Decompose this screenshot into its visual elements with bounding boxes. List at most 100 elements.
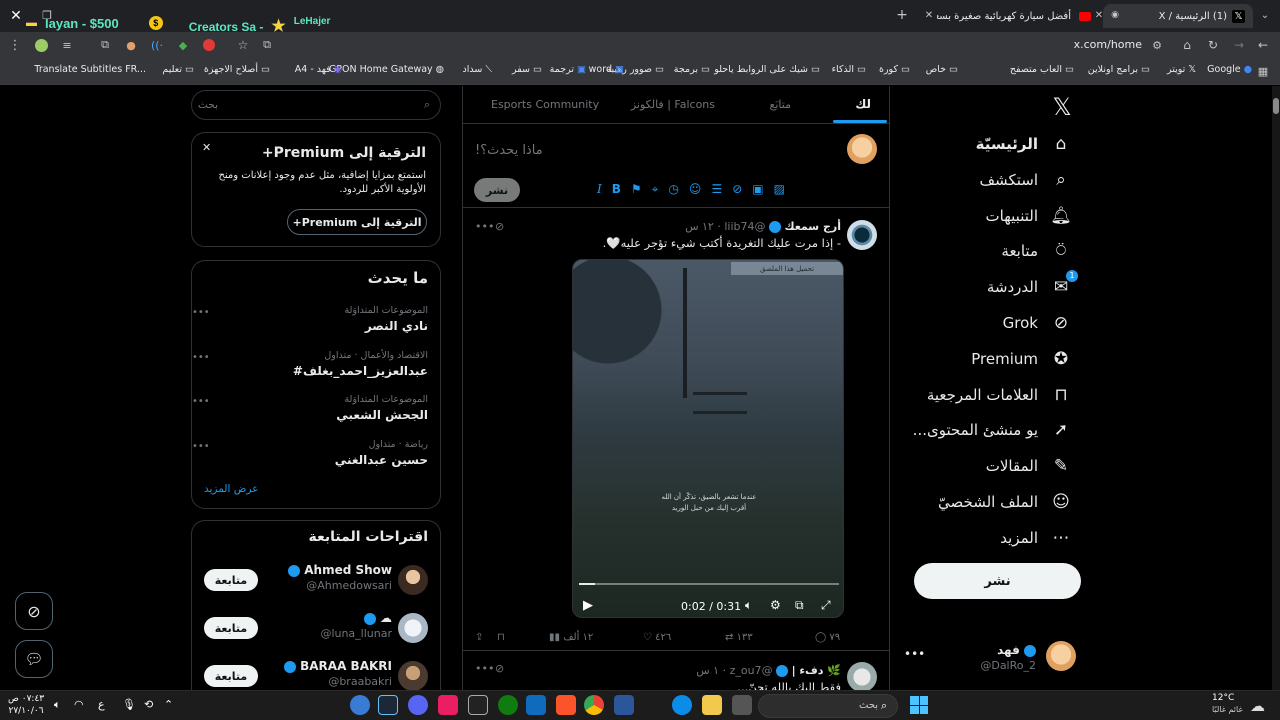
new-tab-icon[interactable]: + <box>895 7 909 23</box>
account-switcher[interactable]: فهد @DalRo_2 ••• <box>900 639 1076 679</box>
nav-post-button[interactable]: نشر <box>914 563 1081 599</box>
bookmark-item[interactable]: ● Google <box>1207 64 1252 75</box>
mic-icon[interactable]: 🎙︎ <box>122 698 136 711</box>
scrollbar-thumb[interactable] <box>1273 98 1279 114</box>
bookmark-item[interactable]: ▭ سفر <box>512 64 542 75</box>
extension-7-icon[interactable] <box>202 38 216 52</box>
taskbar-app-icon[interactable] <box>350 695 370 715</box>
tab-search-icon[interactable]: ⌄ <box>1258 8 1272 22</box>
close-tab-active-icon[interactable]: ✕ <box>1093 9 1105 21</box>
extension-5-icon[interactable]: ((· <box>150 38 164 52</box>
extension-2-icon[interactable]: ≡ <box>60 38 74 52</box>
bookmark-item[interactable]: ▦ word <box>589 64 624 75</box>
emoji-icon[interactable]: ☺ <box>689 182 702 197</box>
schedule-icon[interactable]: ◷ <box>668 182 678 197</box>
taskview-icon[interactable] <box>732 695 752 715</box>
word-app-icon[interactable] <box>614 695 634 715</box>
tweet-author-name[interactable]: 🌿 دفء | <box>792 664 841 677</box>
taskbar-search-input[interactable]: بحث <box>859 700 878 711</box>
flag-icon[interactable]: ⚑ <box>631 182 642 197</box>
trend-more-icon[interactable]: ••• <box>192 352 210 363</box>
tab-esports[interactable]: Esports Community <box>491 98 599 111</box>
account-more-icon[interactable]: ••• <box>904 647 925 661</box>
nav-item-more[interactable]: ⋯ المزيد <box>1000 527 1072 549</box>
nav-item-profile[interactable]: ☺ الملف الشخصيّ <box>938 491 1072 513</box>
menu-dots-icon[interactable]: ⋮ <box>8 38 22 53</box>
bookmark-item[interactable]: ▭ الذكاء <box>832 64 866 75</box>
video-play-button[interactable]: ▶ <box>583 598 593 613</box>
tab-for-you[interactable]: لك <box>855 97 871 111</box>
trends-show-more[interactable]: عرض المزيد <box>204 483 259 495</box>
edge-icon[interactable] <box>672 695 692 715</box>
xbox-icon[interactable] <box>498 695 518 715</box>
taskbar-search[interactable]: بحث ⌕ <box>758 694 898 718</box>
home-browser-icon[interactable]: ⌂ <box>1180 38 1194 52</box>
trend-item[interactable]: الاقتصاد والأعمال · متداول #عبدالعزيز_احم… <box>192 350 428 378</box>
tweet-time[interactable]: ١٢ س <box>685 220 714 233</box>
brave-icon[interactable] <box>556 695 576 715</box>
tab-falcons[interactable]: فالكونز | Falcons <box>631 98 715 111</box>
trend-more-icon[interactable]: ••• <box>192 396 210 407</box>
grok-explain-icon[interactable]: ⊘ <box>495 220 504 233</box>
taskbar-app-icon[interactable] <box>438 695 458 715</box>
likes-count[interactable]: ♡ ٤٢٦ <box>643 632 671 643</box>
chrome-icon[interactable] <box>584 695 604 715</box>
video-ad-badge[interactable]: تحميل هذا الملصق <box>731 262 843 275</box>
suggestion-row[interactable]: Ahmed Show @Ahmedowsari متابعة <box>192 563 440 603</box>
bookmark-icon[interactable]: ⊓ <box>497 632 505 643</box>
nav-item-premium[interactable]: ✪ Premium <box>971 348 1072 370</box>
extension-1-icon[interactable] <box>34 38 48 52</box>
share-icon[interactable]: ⇪ <box>475 632 483 643</box>
tray-overflow-icon[interactable]: ⌃ <box>164 698 173 711</box>
bookmark-item[interactable]: ▭ برامج اونلاين <box>1088 64 1150 75</box>
bookmark-item[interactable]: ◍ GPON Home Gateway <box>329 64 444 75</box>
x-logo-icon[interactable]: 𝕏 <box>1049 93 1075 121</box>
bookmark-item[interactable]: ▭ تعليم <box>162 64 194 75</box>
bookmark-item[interactable]: ▣ ترجمة <box>550 64 586 75</box>
replies-count[interactable]: ◯ ٧٩ <box>815 632 840 643</box>
url-text[interactable]: x.com/home <box>1060 38 1142 51</box>
premium-upgrade-button[interactable]: الترقية إلى Premium+ <box>287 209 427 235</box>
poll-icon[interactable]: ☰ <box>711 182 722 197</box>
suggestion-row[interactable]: ☁ @luna_llunar متابعة <box>192 611 440 651</box>
follow-button[interactable]: متابعة <box>204 617 258 639</box>
nav-item-home[interactable]: ⌂ الرئيسيّة <box>976 133 1072 155</box>
volume-icon[interactable]: 🔈︎ <box>745 598 752 613</box>
tab-following[interactable]: متابَع <box>770 98 791 111</box>
tweet-time[interactable]: ١ س <box>696 664 719 677</box>
bookmarks-menu-icon[interactable]: ▦ <box>1256 64 1270 78</box>
back-icon[interactable]: ← <box>1256 38 1270 52</box>
star-bookmark-icon[interactable]: ☆ <box>236 38 250 52</box>
grok-icon[interactable]: ⊘ <box>732 182 742 197</box>
trend-more-icon[interactable]: ••• <box>192 441 210 452</box>
share-icon[interactable]: ⧉ <box>260 38 274 52</box>
close-tab-other-icon[interactable]: ✕ <box>923 9 935 21</box>
bold-icon[interactable]: B <box>612 182 621 197</box>
speaker-icon[interactable]: 🔈︎ <box>54 698 61 712</box>
fullscreen-icon[interactable]: ⤢ <box>821 598 831 613</box>
follow-button[interactable]: متابعة <box>204 665 258 687</box>
explorer-icon[interactable] <box>702 695 722 715</box>
composer-input[interactable]: ماذا يحدث؟! <box>475 143 543 158</box>
capcut-icon[interactable] <box>468 695 488 715</box>
nav-item-rocket[interactable]: ➚ ...يو منشئ المحتوى <box>913 419 1072 441</box>
trend-item[interactable]: رياضة · متداول حسين عبدالغني ••• <box>192 439 428 467</box>
site-settings-icon[interactable]: ⚙ <box>1150 38 1164 52</box>
nav-item-mail[interactable]: ✉ 1 الدردشة <box>987 270 1078 298</box>
video-settings-icon[interactable]: ⚙ <box>770 598 781 612</box>
bookmark-item[interactable]: ▭ خاص <box>926 64 958 75</box>
bookmark-item[interactable]: Translate Subtitles FR... <box>34 64 146 75</box>
sidebar-search[interactable]: ⌕ بحث <box>191 90 441 120</box>
retweets-count[interactable]: ⇄ ١٣٣ <box>725 632 753 643</box>
messages-float-button[interactable]: 💬︎ <box>15 640 53 678</box>
trend-more-icon[interactable]: ••• <box>192 307 210 318</box>
grok-explain-icon[interactable]: ⊘ <box>495 662 504 675</box>
nav-item-grok[interactable]: ⊘ Grok <box>1003 312 1072 334</box>
bookmark-item[interactable]: ◉ فهد - A4 <box>295 64 342 75</box>
nav-item-add-user[interactable]: ⍥ متابعة <box>1001 240 1072 262</box>
wifi-icon[interactable]: ◠ <box>74 698 84 711</box>
nav-item-bell[interactable]: 🔔︎ التنبيهات <box>986 205 1072 227</box>
location-icon[interactable]: ⌖ <box>652 182 659 197</box>
nav-item-search[interactable]: ⌕ استكشف <box>980 169 1072 191</box>
video-progress-track[interactable] <box>579 583 839 585</box>
